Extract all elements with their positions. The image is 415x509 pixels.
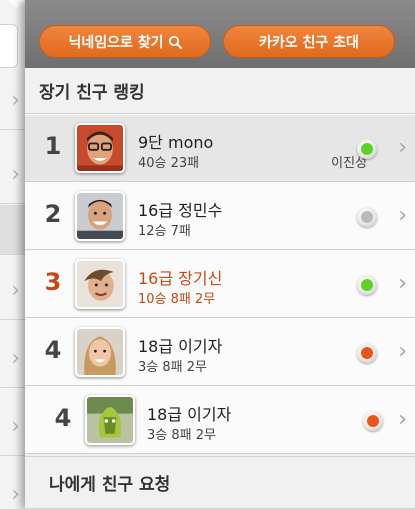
rank-number: 3 <box>44 268 62 296</box>
avatar <box>75 123 125 173</box>
rank-number: 1 <box>44 132 62 160</box>
rank-number: 4 <box>54 404 72 432</box>
chevron-right-icon: › <box>398 271 407 296</box>
offline-status-icon <box>357 207 377 227</box>
avatar <box>75 259 125 309</box>
ranking-row[interactable]: 2 16급 정민수 12승 7패 › <box>25 182 415 250</box>
rank-number: 4 <box>44 336 62 364</box>
top-bar: 닉네임으로 찾기 카카오 친구 초대 <box>25 0 415 68</box>
ranking-section-title: 장기 친구 랭킹 <box>25 68 415 114</box>
player-name: 16급 장기신 <box>138 269 223 288</box>
player-name: 9단 mono <box>138 133 214 152</box>
nickname-search-label: 닉네임으로 찾기 <box>68 34 164 51</box>
requests-title: 나에게 친구 요청 <box>49 475 171 495</box>
requests-section-title: 나에게 친구 요청 <box>25 456 415 509</box>
online-status-icon <box>357 275 377 295</box>
player-name: 16급 정민수 <box>138 201 223 220</box>
ranking-title: 장기 친구 랭킹 <box>39 83 145 103</box>
player-name: 18급 이기자 <box>147 405 232 424</box>
friends-panel: 닉네임으로 찾기 카카오 친구 초대 장기 친구 랭킹 1 9단 mono 40… <box>25 0 415 509</box>
kakao-invite-button[interactable]: 카카오 친구 초대 <box>223 25 395 58</box>
chevron-right-icon: › <box>398 135 407 160</box>
avatar <box>75 327 125 377</box>
chevron-right-icon: › <box>398 339 407 364</box>
chevron-right-icon: › <box>398 407 407 432</box>
avatar <box>85 395 135 445</box>
pointer-triangle <box>8 0 24 8</box>
chevron-right-icon: › <box>398 203 407 228</box>
player-record: 12승 7패 <box>138 224 191 239</box>
online-status-icon <box>357 139 377 159</box>
player-record: 40승 23패 <box>138 156 200 171</box>
search-icon <box>168 35 182 49</box>
ranking-row[interactable]: 4 18급 이기자 3승 8패 2무 › <box>25 318 415 386</box>
player-record: 3승 8패 2무 <box>147 428 216 443</box>
avatar <box>75 191 125 241</box>
ranking-row[interactable]: 1 9단 mono 40승 23패 이진성 › <box>25 114 415 182</box>
rank-number: 2 <box>44 200 62 228</box>
player-record: 10승 8패 2무 <box>138 292 216 307</box>
kakao-invite-label: 카카오 친구 초대 <box>259 34 359 51</box>
player-record: 3승 8패 2무 <box>138 360 207 375</box>
ranking-row-me[interactable]: 3 16급 장기신 10승 8패 2무 › <box>25 250 415 318</box>
nickname-search-button[interactable]: 닉네임으로 찾기 <box>39 25 211 58</box>
background-button <box>0 24 18 68</box>
busy-status-icon <box>357 343 377 363</box>
busy-status-icon <box>363 411 383 431</box>
ranking-row[interactable]: 4 18급 이기자 3승 8패 2무 › <box>25 386 415 454</box>
player-name: 18급 이기자 <box>138 337 223 356</box>
